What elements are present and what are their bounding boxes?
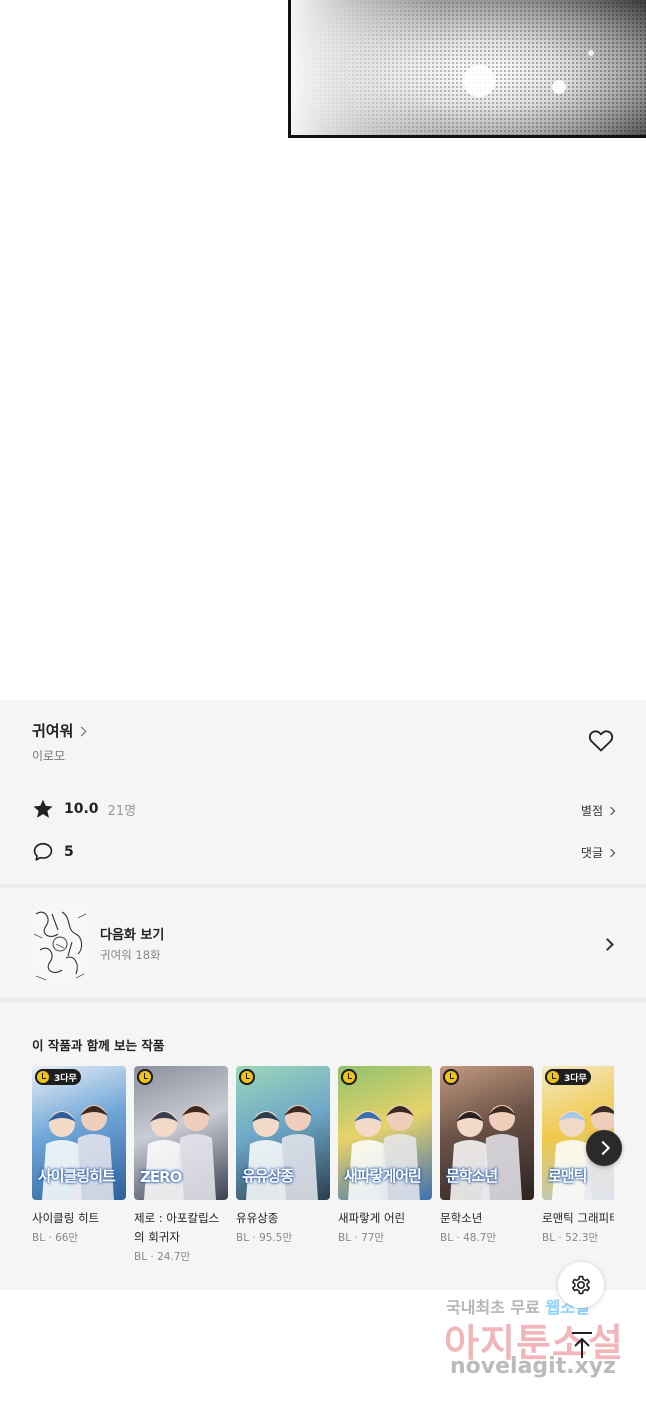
settings-button[interactable] — [558, 1262, 604, 1308]
cover-title-art: 새파랗게어린 — [344, 1167, 422, 1185]
recommendation-card[interactable]: 문학소년 문학소년 BL · 48.7만 — [440, 1066, 534, 1245]
comic-panel — [288, 0, 646, 138]
recommendation-cover: 새파랗게어린 — [338, 1066, 432, 1200]
comments-link-label: 댓글 — [580, 846, 603, 860]
comments-count: 5 — [64, 844, 74, 860]
series-title-link[interactable]: 귀여워 — [32, 720, 87, 741]
comic-panel-art — [291, 0, 646, 135]
next-episode-thumbnail — [32, 904, 88, 984]
recommendation-title: 새파랗게 어린 — [338, 1211, 406, 1225]
clock-icon — [443, 1069, 459, 1085]
recommendation-cover: ZERO — [134, 1066, 228, 1200]
chevron-right-icon — [606, 806, 616, 816]
clock-icon — [239, 1069, 255, 1085]
heart-outline-icon[interactable] — [588, 729, 614, 753]
wait-free-badge — [341, 1069, 357, 1085]
recommendation-cover: 사이클링히트 3다무 — [32, 1066, 126, 1200]
chevron-right-icon — [76, 726, 87, 736]
site-watermark: 국내최초 무료 웹소설 아지툰소설 novelagit.xyz — [440, 1290, 630, 1390]
cover-title-art: 유유상종 — [242, 1167, 294, 1185]
recommendation-title: 제로 : 아포칼립스의 회귀자 — [134, 1211, 220, 1244]
comic-viewer — [0, 0, 646, 700]
recommendations-heading: 이 작품과 함께 보는 작품 — [32, 1038, 165, 1053]
episode-info-section: 귀여워 이로모 10.0 21명 별점 5 댓글 다음화 보기 귀여워 18화 … — [0, 700, 646, 1290]
gear-icon — [572, 1275, 590, 1295]
next-episode-label: 다음화 보기 — [100, 928, 165, 943]
chevron-right-icon — [606, 848, 616, 858]
recommendation-title: 문학소년 — [440, 1211, 483, 1225]
series-title: 귀여워 — [32, 722, 74, 740]
recommendation-meta: BL · 24.7만 — [134, 1251, 191, 1263]
recommendation-cover: 문학소년 — [440, 1066, 534, 1200]
cover-title-art: ZERO — [140, 1168, 182, 1186]
recommendation-title: 로맨틱 그래피티 — [542, 1211, 614, 1225]
recommendation-card[interactable]: 유유상종 유유상종 BL · 95.5만 — [236, 1066, 330, 1245]
rating-count: 21명 — [107, 803, 137, 819]
recommendation-card[interactable]: 새파랗게어린새파랗게 어린 BL · 77만 — [338, 1066, 432, 1245]
recommendation-title: 사이클링 히트 — [32, 1211, 100, 1225]
wait-free-badge: 3다무 — [35, 1069, 81, 1085]
section-divider — [0, 998, 646, 1002]
star-icon — [33, 799, 53, 818]
arrow-up-icon[interactable] — [566, 1330, 598, 1360]
wait-free-badge: 3다무 — [545, 1069, 591, 1085]
recommendation-meta: BL · 66만 — [32, 1232, 79, 1244]
rating-score: 10.0 — [64, 801, 99, 817]
clock-icon — [137, 1069, 153, 1085]
speech-bubble-icon — [33, 842, 53, 861]
section-divider — [0, 884, 646, 888]
recommendation-cover: 유유상종 — [236, 1066, 330, 1200]
wait-free-badge — [443, 1069, 459, 1085]
recommendation-meta: BL · 77만 — [338, 1232, 385, 1244]
comments-link[interactable]: 댓글 — [580, 844, 616, 861]
rating-link[interactable]: 별점 — [580, 802, 616, 819]
comments-row: 5 — [32, 841, 74, 863]
wait-free-badge — [137, 1069, 153, 1085]
recommendation-meta: BL · 48.7만 — [440, 1232, 497, 1244]
badge-label: 3다무 — [564, 1073, 587, 1084]
next-episode-card[interactable]: 다음화 보기 귀여워 18화 — [0, 890, 646, 998]
clock-icon — [341, 1069, 357, 1085]
cover-title-art: 문학소년 — [446, 1167, 498, 1185]
series-author: 이로모 — [32, 749, 66, 763]
recommendation-title: 유유상종 — [236, 1211, 279, 1225]
next-episode-subtitle: 귀여워 18화 — [100, 948, 161, 962]
chevron-right-icon — [601, 938, 614, 951]
rating-row: 10.0 21명 — [32, 798, 136, 820]
cover-title-art: 로맨틱 — [548, 1167, 587, 1185]
clock-icon — [35, 1069, 51, 1085]
recommendations-carousel[interactable]: 사이클링히트 3다무사이클링 히트 BL · 66만 ZERO 제로 : 아포칼립스의 … — [32, 1066, 614, 1276]
rating-link-label: 별점 — [580, 804, 603, 818]
clock-icon — [545, 1069, 561, 1085]
badge-label: 3다무 — [54, 1073, 77, 1084]
cover-title-art: 사이클링히트 — [38, 1167, 116, 1185]
recommendation-meta: BL · 95.5만 — [236, 1232, 293, 1244]
recommendation-card[interactable]: ZERO 제로 : 아포칼립스의 회귀자 BL · 24.7만 — [134, 1066, 228, 1264]
recommendation-card[interactable]: 사이클링히트 3다무사이클링 히트 BL · 66만 — [32, 1066, 126, 1245]
recommendation-meta: BL · 52.3만 — [542, 1232, 599, 1244]
wait-free-badge — [239, 1069, 255, 1085]
chevron-right-icon[interactable] — [586, 1130, 622, 1166]
